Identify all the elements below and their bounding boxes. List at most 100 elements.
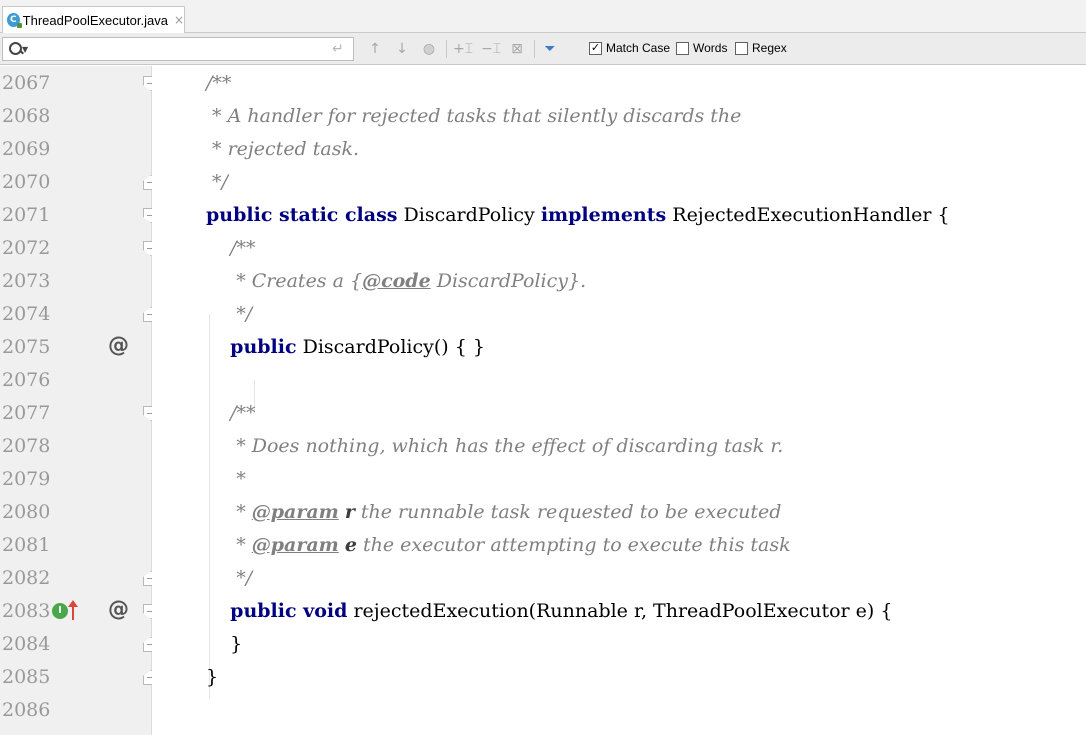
code-line[interactable]: */ bbox=[206, 562, 252, 595]
code-line[interactable]: /** bbox=[206, 232, 256, 265]
code-line[interactable]: public void rejectedExecution(Runnable r… bbox=[206, 595, 892, 628]
code-token: r bbox=[344, 501, 355, 523]
code-line[interactable]: */ bbox=[206, 166, 228, 199]
code-token: */ bbox=[206, 171, 228, 193]
search-icon[interactable] bbox=[6, 39, 28, 59]
code-token: @param bbox=[251, 534, 339, 556]
code-token: * Does nothing, which has the effect of … bbox=[206, 435, 784, 457]
code-line[interactable]: * A handler for rejected tasks that sile… bbox=[206, 100, 741, 133]
code-token: /** bbox=[206, 402, 256, 424]
search-input[interactable] bbox=[32, 39, 332, 59]
regex-checkbox[interactable] bbox=[735, 41, 748, 55]
line-number: 2071 bbox=[2, 204, 51, 226]
next-occurrence-icon[interactable]: ↓ bbox=[393, 40, 411, 58]
annotation-at-icon[interactable]: @ bbox=[108, 597, 129, 621]
code-token: /** bbox=[206, 237, 256, 259]
implements-method-icon[interactable]: I bbox=[52, 603, 68, 619]
previous-occurrence-icon[interactable]: ↑ bbox=[366, 40, 384, 58]
line-number: 2075 bbox=[2, 336, 51, 358]
tab-label: ThreadPoolExecutor.java bbox=[22, 12, 168, 28]
code-line[interactable]: /** bbox=[206, 397, 256, 430]
code-token: } bbox=[206, 666, 219, 688]
line-number: 2070 bbox=[2, 171, 51, 193]
go-to-super-arrow-icon[interactable] bbox=[68, 600, 78, 620]
code-token: @code bbox=[362, 270, 431, 292]
select-all-occurrences-icon[interactable]: ⊠ bbox=[508, 40, 526, 58]
line-number: 2080 bbox=[2, 501, 51, 523]
remove-occurrence-icon[interactable]: −⌶ bbox=[481, 40, 501, 58]
search-field[interactable]: ▼ ↵ bbox=[2, 37, 354, 61]
find-all-icon[interactable]: ◍ bbox=[420, 40, 438, 58]
line-number: 2067 bbox=[2, 72, 51, 94]
words-checkbox[interactable] bbox=[676, 41, 689, 55]
toolbar-separator bbox=[534, 40, 535, 58]
close-icon[interactable]: × bbox=[174, 13, 184, 27]
code-editor[interactable]: /** * A handler for rejected tasks that … bbox=[152, 66, 1086, 735]
words-option[interactable]: Words bbox=[676, 41, 727, 55]
code-token: */ bbox=[206, 303, 253, 325]
code-token: * Creates a { bbox=[206, 270, 363, 292]
code-token: /** bbox=[206, 72, 232, 94]
code-token: e bbox=[344, 534, 357, 556]
code-line[interactable]: */ bbox=[206, 298, 252, 331]
match-case-label: Match Case bbox=[606, 41, 671, 55]
line-number: 2079 bbox=[2, 468, 51, 490]
code-token: the executor attempting to execute this … bbox=[356, 534, 791, 556]
enter-icon: ↵ bbox=[332, 41, 344, 57]
line-number: 2078 bbox=[2, 435, 51, 457]
line-number: 2084 bbox=[2, 633, 51, 655]
filter-icon[interactable]: ⏷ bbox=[541, 40, 559, 58]
code-line[interactable]: * bbox=[206, 463, 246, 496]
code-line[interactable]: * rejected task. bbox=[206, 133, 359, 166]
code-line[interactable]: public DiscardPolicy() { } bbox=[206, 331, 485, 364]
code-token: public static class bbox=[206, 204, 398, 226]
code-token: * rejected task. bbox=[206, 138, 360, 160]
line-number: 2086 bbox=[2, 699, 51, 721]
code-token: * bbox=[206, 534, 252, 556]
add-occurrence-icon[interactable]: +⌶ bbox=[453, 40, 473, 58]
code-line[interactable]: } bbox=[206, 628, 242, 661]
line-number: 2068 bbox=[2, 105, 51, 127]
code-token: public void bbox=[230, 600, 348, 622]
line-number: 2081 bbox=[2, 534, 51, 556]
code-line[interactable]: * Does nothing, which has the effect of … bbox=[206, 430, 783, 463]
code-token: rejectedExecution(Runnable r, ThreadPool… bbox=[347, 600, 893, 622]
code-token: * bbox=[206, 501, 252, 523]
line-number: 2082 bbox=[2, 567, 51, 589]
line-number: 2076 bbox=[2, 369, 51, 391]
match-case-option[interactable]: ✓ Match Case bbox=[589, 41, 670, 55]
code-line[interactable]: } bbox=[206, 661, 218, 694]
words-label: Words bbox=[693, 41, 728, 55]
line-number: 2073 bbox=[2, 270, 51, 292]
code-token: the runnable task requested to be execut… bbox=[354, 501, 782, 523]
code-line[interactable]: * @param r the runnable task requested t… bbox=[206, 496, 781, 529]
code-token: DiscardPolicy() { } bbox=[296, 336, 485, 358]
toolbar-separator bbox=[446, 40, 447, 58]
code-token: RejectedExecutionHandler { bbox=[666, 204, 950, 226]
code-token: public bbox=[230, 336, 297, 358]
code-line[interactable]: * Creates a {@code DiscardPolicy}. bbox=[206, 265, 586, 298]
match-case-checkbox[interactable]: ✓ bbox=[589, 41, 602, 55]
regex-label: Regex bbox=[752, 41, 787, 55]
code-line[interactable]: /** bbox=[206, 67, 231, 100]
line-number: 2085 bbox=[2, 666, 51, 688]
code-token: implements bbox=[540, 204, 667, 226]
tab-threadpoolexecutor[interactable]: C ThreadPoolExecutor.java × bbox=[2, 6, 185, 33]
line-number: 2069 bbox=[2, 138, 51, 160]
code-token: * A handler for rejected tasks that sile… bbox=[206, 105, 742, 127]
editor-gutter[interactable]: 2067 2068 2069 2070 2071 2072 2073 2074 2075 2076… bbox=[0, 66, 159, 735]
editor-tab-bar: C ThreadPoolExecutor.java × bbox=[0, 0, 1086, 33]
java-class-icon: C bbox=[7, 13, 22, 28]
code-token: @param bbox=[251, 501, 339, 523]
regex-option[interactable]: Regex bbox=[735, 41, 787, 55]
code-line[interactable]: public static class DiscardPolicy implem… bbox=[206, 199, 950, 232]
code-token: */ bbox=[206, 567, 253, 589]
line-number: 2074 bbox=[2, 303, 51, 325]
code-token: DiscardPolicy}. bbox=[430, 270, 587, 292]
annotation-at-icon[interactable]: @ bbox=[108, 333, 129, 357]
code-token: } bbox=[206, 633, 243, 655]
code-line[interactable]: * @param e the executor attempting to ex… bbox=[206, 529, 791, 562]
line-number: 2077 bbox=[2, 402, 51, 424]
